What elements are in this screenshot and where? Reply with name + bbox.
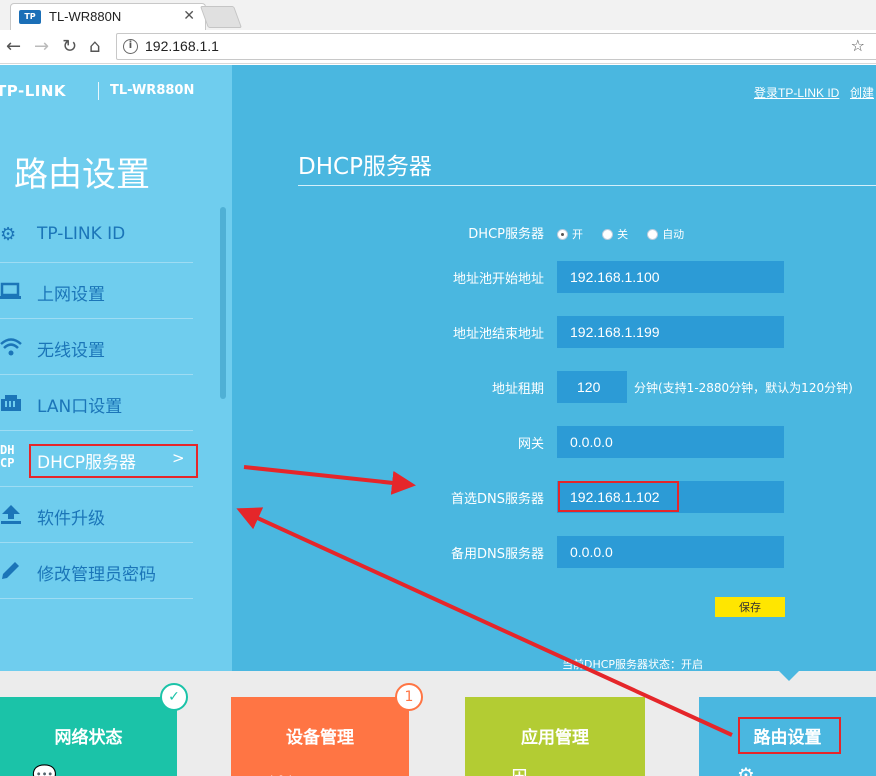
wifi-icon xyxy=(0,335,22,359)
lease-time-hint: 分钟(支持1-2880分钟，默认为120分钟) xyxy=(634,381,853,395)
tile-label: 应用管理 xyxy=(521,728,589,748)
brand-divider xyxy=(98,82,99,100)
sidebar-item-label: LAN口设置 xyxy=(37,397,123,417)
model-name: TL-WR880N xyxy=(110,83,195,98)
signal-icon: 〰 xyxy=(271,763,291,776)
home-icon[interactable]: ⌂ xyxy=(89,36,100,57)
radio-dot-icon xyxy=(647,229,659,240)
sidebar-item-password[interactable]: 修改管理员密码 xyxy=(0,544,193,599)
gateway-label: 网关 xyxy=(517,437,544,452)
sidebar-item-label: 上网设置 xyxy=(37,285,105,305)
tile-label: 网络状态 xyxy=(54,728,123,748)
radio-auto-label: 自动 xyxy=(662,228,685,241)
main-panel: 登录TP-LINK ID 创建 DHCP服务器 DHCP服务器 开 关 自动 地… xyxy=(232,65,876,671)
tile-network-status[interactable]: 网络状态 ✓ 💬 xyxy=(0,683,188,776)
radio-on[interactable]: 开 xyxy=(557,228,583,242)
address-bar[interactable]: i 192.168.1.1 ☆ xyxy=(116,33,876,60)
dhcp-annotation-box xyxy=(29,444,198,478)
sidebar-item-label: 修改管理员密码 xyxy=(37,565,156,585)
radio-off-label: 关 xyxy=(617,228,629,241)
sidebar-item-lan[interactable]: LAN口设置 xyxy=(0,376,193,431)
radio-dot-icon xyxy=(602,229,614,240)
new-tab-button[interactable] xyxy=(199,6,243,28)
router-settings-annotation-box xyxy=(738,717,841,754)
sidebar-item-label: 软件升级 xyxy=(37,509,105,529)
gear-icon: ⚙ xyxy=(0,224,17,245)
close-icon[interactable]: ✕ xyxy=(183,8,195,24)
gear-icon: ⚙ xyxy=(737,763,755,776)
pool-end-label: 地址池结束地址 xyxy=(452,327,544,342)
sidebar-item-internet[interactable]: 上网设置 xyxy=(0,264,193,319)
dhcp-mode-radio-group: 开 关 自动 xyxy=(557,223,698,242)
pencil-icon xyxy=(0,559,22,583)
star-icon[interactable]: ☆ xyxy=(851,36,865,55)
url-text: 192.168.1.1 xyxy=(145,38,219,54)
tile-device-management[interactable]: 设备管理 1 〰 xyxy=(231,683,423,776)
dhcp-icon: DH CP xyxy=(0,443,15,470)
browser-tab[interactable]: TP TL-WR880N ✕ xyxy=(10,3,206,30)
lease-time-label: 地址租期 xyxy=(491,382,544,397)
reload-icon[interactable]: ↻ xyxy=(62,36,77,57)
check-badge-icon: ✓ xyxy=(160,683,188,711)
sidebar: TP-LINK TL-WR880N 路由设置 ⚙ TP-LINK ID 上网设置… xyxy=(0,65,232,671)
browser-tab-strip: TP TL-WR880N ✕ xyxy=(0,0,876,30)
radio-auto[interactable]: 自动 xyxy=(647,228,684,242)
dhcp-status-text: 当前DHCP服务器状态：开启 xyxy=(562,658,704,671)
sidebar-scrollbar[interactable] xyxy=(220,207,226,399)
create-account-link[interactable]: 创建 xyxy=(850,84,874,101)
active-tile-notch xyxy=(779,671,799,681)
forward-icon[interactable]: → xyxy=(34,36,49,57)
radio-off[interactable]: 关 xyxy=(602,228,628,242)
upload-icon xyxy=(0,503,22,527)
radio-on-label: 开 xyxy=(572,228,583,241)
radio-dot-icon xyxy=(557,229,568,240)
pool-start-input[interactable]: 192.168.1.100 xyxy=(557,261,784,293)
save-button[interactable]: 保存 xyxy=(715,597,785,617)
primary-dns-label: 首选DNS服务器 xyxy=(451,492,544,507)
sidebar-item-label: TP-LINK ID xyxy=(37,224,126,244)
page-title: DHCP服务器 xyxy=(298,154,432,180)
pool-end-input[interactable]: 192.168.1.199 xyxy=(557,316,784,348)
gateway-input[interactable]: 0.0.0.0 xyxy=(557,426,784,458)
chat-icon: 💬 xyxy=(32,763,57,776)
secondary-dns-label: 备用DNS服务器 xyxy=(451,547,544,562)
laptop-icon xyxy=(0,279,22,303)
login-tplink-id-link[interactable]: 登录TP-LINK ID xyxy=(754,84,839,101)
lease-time-input[interactable]: 120 xyxy=(557,371,627,403)
brand-logo: TP-LINK xyxy=(0,82,67,100)
dhcp-server-label: DHCP服务器 xyxy=(468,227,544,242)
notification-badge: 1 xyxy=(395,683,423,711)
apps-icon: ⊞ xyxy=(511,763,528,776)
sidebar-item-wireless[interactable]: 无线设置 xyxy=(0,320,193,375)
sidebar-item-tplink-id[interactable]: ⚙ TP-LINK ID xyxy=(0,208,193,263)
sidebar-item-upgrade[interactable]: 软件升级 xyxy=(0,488,193,543)
pool-start-label: 地址池开始地址 xyxy=(452,272,544,287)
browser-toolbar: ← → ↻ ⌂ i 192.168.1.1 ☆ xyxy=(0,30,876,64)
lan-port-icon xyxy=(0,391,22,415)
tplink-favicon-icon: TP xyxy=(19,10,41,24)
secondary-dns-input[interactable]: 0.0.0.0 xyxy=(557,536,784,568)
dns-annotation-box xyxy=(558,481,679,512)
back-icon[interactable]: ← xyxy=(6,36,21,57)
tile-label: 设备管理 xyxy=(286,728,354,748)
tab-title: TL-WR880N xyxy=(49,9,122,24)
title-divider xyxy=(298,185,876,186)
sidebar-title: 路由设置 xyxy=(14,155,150,195)
sidebar-item-label: 无线设置 xyxy=(37,341,105,361)
info-icon[interactable]: i xyxy=(123,39,138,54)
tile-app-management[interactable]: 应用管理 ⊞ xyxy=(465,697,645,776)
